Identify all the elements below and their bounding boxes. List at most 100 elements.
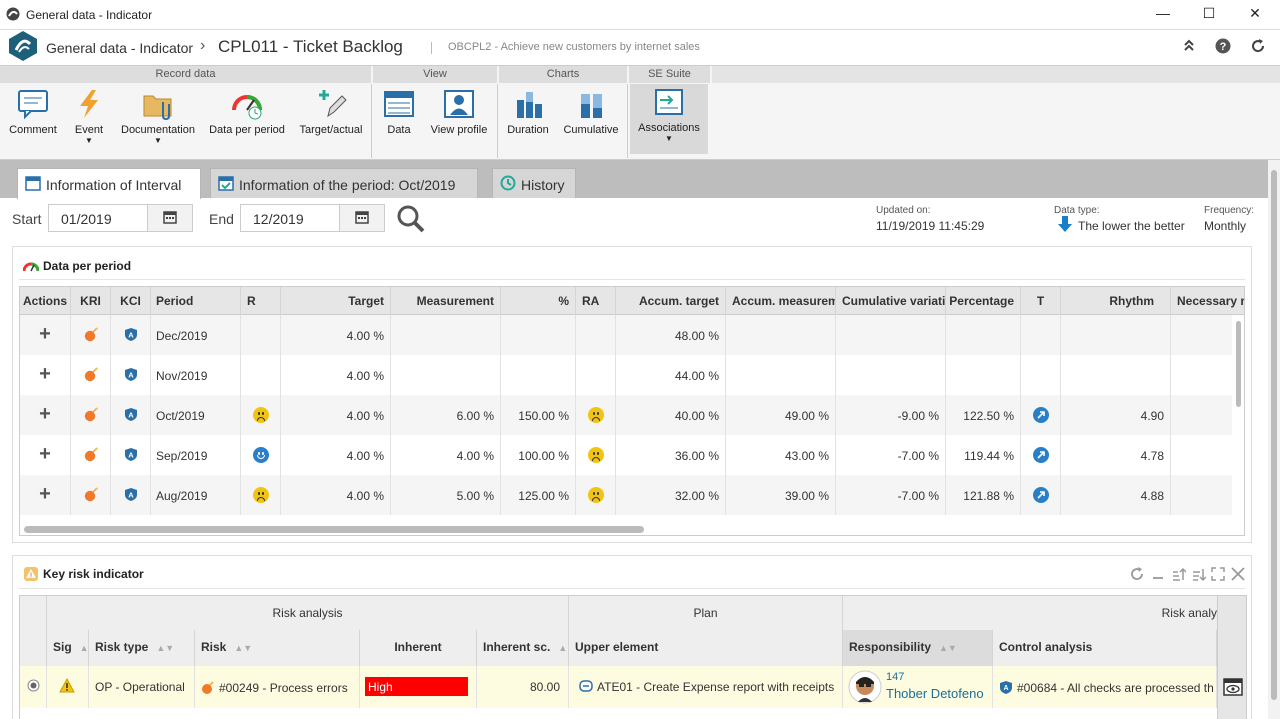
horizontal-scrollbar[interactable] (24, 526, 644, 533)
end-label: End (209, 211, 234, 227)
cell-pct (501, 355, 576, 395)
col-upper-element[interactable]: Upper element (569, 630, 843, 666)
refresh-icon[interactable] (1248, 38, 1268, 58)
comment-icon (16, 88, 50, 120)
col-actions[interactable]: Actions (20, 287, 71, 315)
col-period[interactable]: Period (151, 287, 241, 315)
event-button[interactable]: Event ▼ (62, 86, 116, 156)
cell-inherent: High (360, 666, 477, 708)
cell-accum-measurement (726, 355, 836, 395)
col-inherent[interactable]: Inherent (360, 630, 477, 666)
col-measurement[interactable]: Measurement (391, 287, 501, 315)
col-accum-target[interactable]: Accum. target (616, 287, 726, 315)
close-panel-icon[interactable] (1230, 566, 1246, 585)
sort-desc-icon[interactable] (1190, 566, 1207, 585)
cell-percentage: 121.88 % (946, 475, 1021, 515)
row-radio[interactable] (20, 666, 47, 708)
close-button[interactable]: ✕ (1240, 5, 1270, 25)
cell-accum-measurement: 43.00 % (726, 435, 836, 475)
start-calendar-button[interactable] (147, 204, 193, 232)
tab-information-of-period[interactable]: Information of the period: Oct/2019 (210, 168, 478, 198)
cell-t (1021, 355, 1061, 395)
help-icon[interactable]: ? (1213, 38, 1233, 58)
col-target[interactable]: Target (281, 287, 391, 315)
breadcrumb-module[interactable]: General data - Indicator (46, 40, 193, 56)
add-icon[interactable]: + (20, 315, 71, 355)
table-row[interactable]: + A Sep/2019 4.00 % 4.00 % 100.00 % 36.00 % 43.… (20, 435, 1232, 475)
sad-face-icon (587, 407, 604, 423)
col-responsibility[interactable]: Responsibility ▲▼ (843, 630, 993, 666)
key-risk-indicator-panel: ! Key risk indicator Risk analysis Plan … (12, 555, 1252, 719)
cumulative-button[interactable]: Cumulative (558, 86, 624, 156)
sort-asc-icon[interactable] (1170, 566, 1187, 585)
duration-button[interactable]: Duration (502, 86, 554, 156)
col-percent[interactable]: % (501, 287, 576, 315)
add-icon[interactable]: + (20, 475, 71, 515)
search-icon[interactable] (396, 204, 426, 234)
view-profile-button[interactable]: View profile (426, 86, 492, 156)
cell-risk[interactable]: #00249 - Process errors (195, 666, 360, 708)
chevrons-up-icon[interactable] (1179, 38, 1199, 58)
cell-control-analysis[interactable]: A #00684 - All checks are processed th (993, 666, 1217, 708)
table-row[interactable]: + A Nov/2019 4.00 % 44.00 % (20, 355, 1232, 395)
col-kci[interactable]: KCI (111, 287, 151, 315)
add-icon[interactable]: + (20, 435, 71, 475)
comment-button[interactable]: Comment (4, 86, 62, 156)
minimize-button[interactable]: — (1148, 5, 1178, 25)
end-input[interactable]: 12/2019 (240, 204, 340, 232)
app-icon (6, 7, 20, 21)
cell-t (1021, 395, 1061, 435)
maximize-button[interactable]: ☐ (1194, 5, 1224, 25)
view-eye-icon[interactable] (1223, 678, 1243, 699)
col-control-analysis[interactable]: Control analysis (993, 630, 1217, 666)
tab-history[interactable]: History (492, 168, 576, 198)
end-calendar-button[interactable] (339, 204, 385, 232)
col-risk-type[interactable]: Risk type ▲▼ (89, 630, 195, 666)
history-icon (500, 175, 516, 191)
data-per-period-button[interactable]: Data per period (204, 86, 290, 156)
col-sig[interactable]: Sig▲▼ (47, 630, 89, 666)
add-icon[interactable]: + (20, 355, 71, 395)
cell-cum-var (836, 355, 946, 395)
sad-face-icon (587, 447, 604, 463)
col-percentage[interactable]: Percentage (946, 287, 1021, 315)
page-scrollbar-track[interactable] (1268, 160, 1280, 719)
minimize-panel-icon[interactable] (1150, 566, 1166, 585)
target-actual-button[interactable]: Target/actual (294, 86, 368, 156)
col-necessary-rhythm[interactable]: Necessary rhythm (1171, 287, 1244, 315)
table-row[interactable]: + A Dec/2019 4.00 % 48.00 % (20, 315, 1232, 355)
col-accum-measurement[interactable]: Accum. measurement (726, 287, 836, 315)
col-kri[interactable]: KRI (71, 287, 111, 315)
start-input[interactable]: 01/2019 (48, 204, 148, 232)
add-icon[interactable]: + (20, 395, 71, 435)
svg-text:A: A (128, 491, 134, 500)
col-r[interactable]: R (241, 287, 281, 315)
responsibility-name[interactable]: Thober Detofeno (886, 686, 984, 701)
col-ra[interactable]: RA (576, 287, 616, 315)
lightning-icon (72, 88, 106, 120)
col-cumulative-variation[interactable]: Cumulative variation (836, 287, 946, 315)
table-row[interactable]: + A Aug/2019 4.00 % 5.00 % 125.00 % 32.00 % 39.… (20, 475, 1232, 515)
documentation-button[interactable]: Documentation ▼ (116, 86, 200, 156)
group-risk-analysis-2: Risk analy (843, 596, 1217, 630)
tab-information-of-interval[interactable]: Information of Interval (17, 168, 201, 199)
col-rhythm[interactable]: Rhythm (1061, 287, 1171, 315)
cell-pct: 125.00 % (501, 475, 576, 515)
updated-on-label: Updated on: (876, 205, 931, 216)
col-t[interactable]: T (1021, 287, 1061, 315)
cell-responsibility[interactable]: 147 Thober Detofeno (843, 666, 993, 708)
data-button[interactable]: Data (376, 86, 422, 156)
activity-icon (579, 680, 593, 692)
cell-upper-element[interactable]: ATE01 - Create Expense report with recei… (569, 666, 843, 708)
col-risk[interactable]: Risk ▲▼ (195, 630, 360, 666)
vertical-scrollbar[interactable] (1236, 321, 1241, 407)
associations-button[interactable]: Associations ▼ (630, 84, 708, 154)
expand-icon[interactable] (1210, 566, 1226, 585)
svg-text:!: ! (30, 573, 32, 580)
refresh-icon[interactable] (1129, 566, 1145, 585)
col-inherent-sc[interactable]: Inherent sc.▲▼ (477, 630, 569, 666)
table-row[interactable]: + A Oct/2019 4.00 % 6.00 % 150.00 % 40.00 % 49.… (20, 395, 1232, 435)
bar-chart-icon (511, 88, 545, 120)
page-scrollbar-thumb[interactable] (1271, 170, 1277, 700)
cell-period: Nov/2019 (151, 355, 241, 395)
